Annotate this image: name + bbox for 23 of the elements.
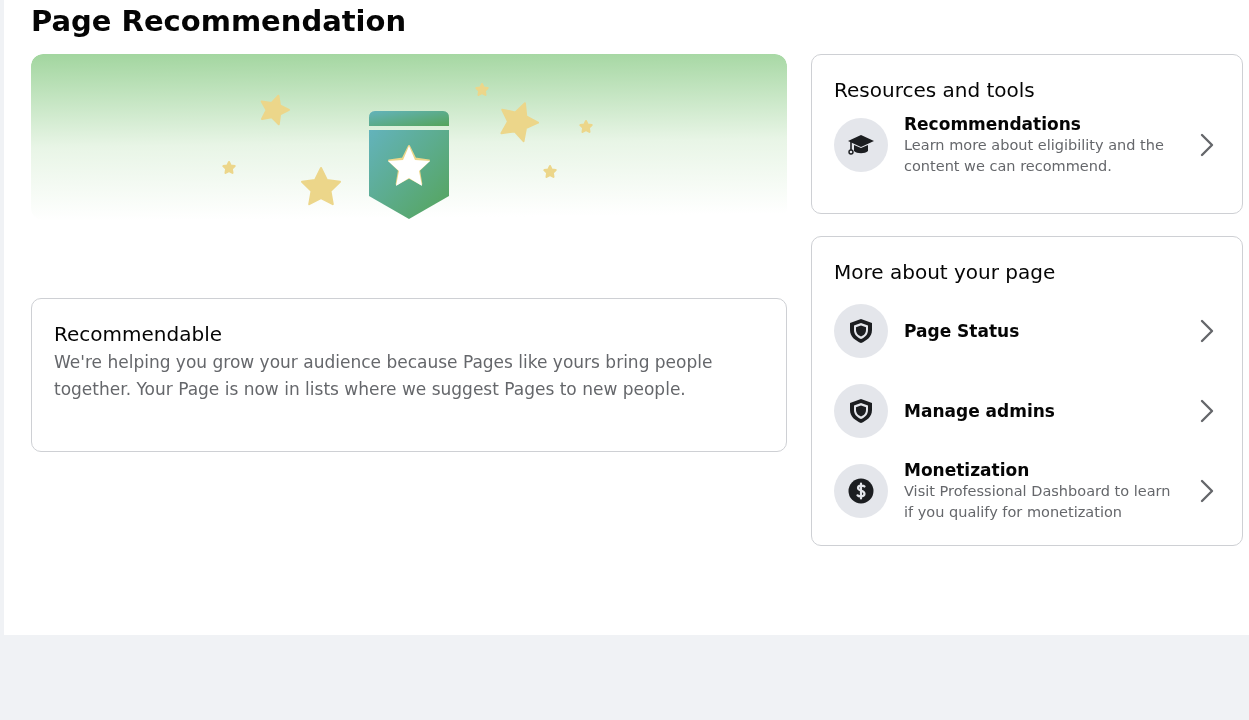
page-title: Page Recommendation <box>31 3 408 40</box>
item-label: Page Status <box>904 320 1021 342</box>
item-description: Visit Professional Dashboard to learn if you qualify for monetization <box>904 482 1172 522</box>
shield-icon <box>849 318 873 344</box>
chevron-right-icon <box>1200 479 1214 503</box>
menu-item[interactable]: Manage admins <box>834 371 1220 451</box>
menu-item[interactable]: Page Status <box>834 291 1220 371</box>
card-heading: More about your page <box>834 259 1057 286</box>
menu-item[interactable]: Recommendations Learn more about eligibility and the content we can recommend. <box>834 111 1220 199</box>
item-label: Monetization <box>904 459 1031 481</box>
dollar-icon <box>848 478 874 504</box>
graduation-cap-icon <box>847 133 875 157</box>
item-description: Learn more about eligibility and the content we can recommend. <box>904 136 1165 176</box>
status-description: We're helping you grow your audience because Pages like yours bring people together. Your Page is now in lists where we suggest Pages to new people. <box>54 351 714 401</box>
card-heading: Resources and tools <box>834 77 1036 104</box>
chevron-right-icon <box>1200 319 1214 343</box>
chevron-right-icon <box>1200 399 1214 423</box>
item-label: Manage admins <box>904 400 1056 422</box>
chevron-right-icon <box>1200 133 1214 157</box>
shield-icon <box>849 398 873 424</box>
item-label: Recommendations <box>904 113 1082 135</box>
menu-item[interactable]: Monetization Visit Professional Dashboard to learn if you qualify for monetization <box>834 451 1220 531</box>
status-heading: Recommendable <box>54 321 223 348</box>
